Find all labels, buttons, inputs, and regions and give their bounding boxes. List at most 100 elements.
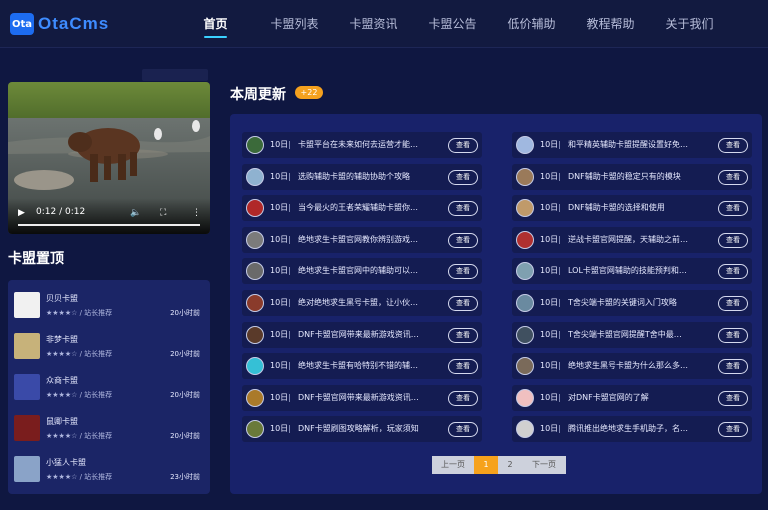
- news-title[interactable]: 绝地求生卡盟官网教你辨别游戏…: [298, 227, 444, 253]
- view-button[interactable]: 查看: [448, 422, 478, 438]
- view-button[interactable]: 查看: [448, 327, 478, 343]
- ranking-item-name: 贝贝卡盟: [46, 294, 78, 303]
- nav-item-about[interactable]: 关于我们: [650, 0, 729, 48]
- weekly-title: 本周更新: [230, 87, 286, 103]
- news-row[interactable]: 10日 | 绝地求生卡盟有哈特别不错的辅… 查看: [242, 353, 482, 380]
- play-icon[interactable]: ▶: [18, 208, 25, 218]
- ranking-item[interactable]: 非梦卡盟 ★★★★☆ / 站长推荐 20小时前: [14, 331, 204, 363]
- ranking-item[interactable]: 小猛人卡盟 ★★★★☆ / 站长推荐 23小时前: [14, 454, 204, 486]
- ranking-item[interactable]: 贝贝卡盟 ★★★★☆ / 站长推荐 20小时前: [14, 290, 204, 322]
- news-title[interactable]: DNF辅助卡盟的稳定只有的模块: [568, 164, 714, 190]
- view-button[interactable]: 查看: [718, 264, 748, 280]
- news-row[interactable]: 10日 | DNF辅助卡盟的选择和使用 查看: [512, 195, 752, 222]
- view-button[interactable]: 查看: [448, 232, 478, 248]
- news-row[interactable]: 10日 | 当今最火的王者荣耀辅助卡盟你… 查看: [242, 195, 482, 222]
- news-title[interactable]: 对DNF卡盟官网的了解: [568, 385, 714, 411]
- news-row[interactable]: 10日 | 对DNF卡盟官网的了解 查看: [512, 384, 752, 411]
- news-separator: |: [558, 266, 561, 276]
- news-separator: |: [558, 329, 561, 339]
- view-button[interactable]: 查看: [448, 390, 478, 406]
- news-row[interactable]: 10日 | T舍尖端卡盟的关键词入门攻略 查看: [512, 290, 752, 316]
- news-title[interactable]: 卡盟平台在未来如何去运营才能…: [298, 132, 444, 158]
- news-day: 10日: [270, 140, 289, 149]
- news-row[interactable]: 10日 | 选购辅助卡盟的辅助协助个攻略 查看: [242, 163, 482, 190]
- news-title[interactable]: DNF辅助卡盟的选择和使用: [568, 195, 714, 221]
- more-icon[interactable]: ⋮: [192, 208, 201, 218]
- news-title[interactable]: LOL卡盟官网辅助的技能预判和…: [568, 258, 714, 284]
- news-row[interactable]: 10日 | DNF卡盟官网带来最新游戏资讯… 查看: [242, 321, 482, 348]
- view-button[interactable]: 查看: [448, 296, 478, 311]
- ranking-item[interactable]: 鼠卿卡盟 ★★★★☆ / 站长推荐 20小时前: [14, 413, 204, 445]
- news-title[interactable]: DNF卡盟刷图攻略解析，玩家须知: [298, 416, 444, 442]
- news-title[interactable]: 绝地求生卡盟官网中的辅助可以…: [298, 258, 444, 284]
- news-title[interactable]: 绝地求生卡盟有哈特别不错的辅…: [298, 353, 444, 379]
- news-row[interactable]: 10日 | LOL卡盟官网辅助的技能预判和… 查看: [512, 258, 752, 285]
- news-separator: |: [558, 140, 561, 149]
- volume-icon[interactable]: 🔈: [130, 208, 141, 218]
- view-button[interactable]: 查看: [718, 422, 748, 438]
- view-button[interactable]: 查看: [448, 359, 478, 375]
- view-button[interactable]: 查看: [448, 169, 478, 185]
- nav-item-card-notice[interactable]: 卡盟公告: [413, 0, 492, 48]
- nav-item-home[interactable]: 首页: [176, 0, 255, 48]
- news-row[interactable]: 10日 | 腾讯推出绝地求生手机助子，名… 查看: [512, 416, 752, 443]
- view-button[interactable]: 查看: [718, 296, 748, 311]
- news-title[interactable]: 和平精英辅助卡盟提醒设置好免…: [568, 132, 714, 158]
- view-button[interactable]: 查看: [718, 327, 748, 343]
- prev-page-button[interactable]: 上一页: [432, 456, 474, 474]
- site-thumbnail: [14, 415, 40, 441]
- view-button[interactable]: 查看: [448, 138, 478, 153]
- news-row[interactable]: 10日 | T舍尖端卡盟官网提醒T舍中最… 查看: [512, 321, 752, 348]
- nav-item-cheap-assist[interactable]: 低价辅助: [492, 0, 571, 48]
- page-button[interactable]: 1: [474, 456, 498, 474]
- news-title[interactable]: DNF卡盟官网带来最新游戏资讯…: [298, 385, 444, 411]
- news-title[interactable]: 腾讯推出绝地求生手机助子，名…: [568, 416, 714, 442]
- news-title[interactable]: 选购辅助卡盟的辅助协助个攻略: [298, 164, 444, 190]
- fullscreen-icon[interactable]: ⛶: [160, 208, 166, 218]
- view-button[interactable]: 查看: [718, 359, 748, 375]
- view-button[interactable]: 查看: [718, 138, 748, 153]
- update-count-badge: +22: [295, 86, 323, 99]
- site-thumbnail: [14, 292, 40, 318]
- site-thumbnail: [14, 456, 40, 482]
- view-button[interactable]: 查看: [718, 201, 748, 217]
- view-button[interactable]: 查看: [718, 390, 748, 406]
- news-title[interactable]: DNF卡盟官网带来最新游戏资讯…: [298, 322, 444, 348]
- view-button[interactable]: 查看: [718, 232, 748, 248]
- next-page-button[interactable]: 下一页: [522, 456, 566, 474]
- news-separator: |: [558, 171, 561, 181]
- nav-item-tutorial[interactable]: 教程帮助: [571, 0, 650, 48]
- news-day: 10日: [540, 298, 559, 307]
- nav-item-card-news[interactable]: 卡盟资讯: [334, 0, 413, 48]
- ranking-item[interactable]: 众商卡盟 ★★★★☆ / 站长推荐 20小时前: [14, 372, 204, 404]
- ranking-item-rating: ★★★★☆ / 站长推荐: [46, 391, 113, 399]
- news-title[interactable]: 当今最火的王者荣耀辅助卡盟你…: [298, 195, 444, 221]
- news-row[interactable]: 10日 | DNF卡盟刷图攻略解析，玩家须知 查看: [242, 416, 482, 443]
- ranking-item-name: 小猛人卡盟: [46, 458, 86, 467]
- view-button[interactable]: 查看: [448, 264, 478, 280]
- news-title[interactable]: 绝地求生黑号卡盟为什么那么多…: [568, 353, 714, 379]
- news-row[interactable]: 10日 | DNF辅助卡盟的稳定只有的模块 查看: [512, 163, 752, 190]
- news-row[interactable]: 10日 | 绝地求生卡盟官网教你辨别游戏… 查看: [242, 226, 482, 253]
- news-row[interactable]: 10日 | 逆战卡盟官网提醒，天辅助之前… 查看: [512, 226, 752, 253]
- video-progress-bar[interactable]: [18, 224, 200, 226]
- news-title[interactable]: 逆战卡盟官网提醒，天辅助之前…: [568, 227, 714, 253]
- news-title[interactable]: T舍尖端卡盟的关键词入门攻略: [568, 290, 714, 316]
- view-button[interactable]: 查看: [448, 201, 478, 217]
- view-button[interactable]: 查看: [718, 169, 748, 185]
- news-day: 10日: [270, 203, 289, 213]
- news-row[interactable]: 10日 | 卡盟平台在未来如何去运营才能… 查看: [242, 132, 482, 158]
- news-row[interactable]: 10日 | 绝地求生黑号卡盟为什么那么多… 查看: [512, 353, 752, 380]
- news-row[interactable]: 10日 | 绝对绝地求生黑号卡盟，让小伙… 查看: [242, 290, 482, 316]
- page-button[interactable]: 2: [498, 456, 522, 474]
- ranking-item-time: 23小时前: [170, 473, 200, 481]
- news-row[interactable]: 10日 | 绝地求生卡盟官网中的辅助可以… 查看: [242, 258, 482, 285]
- news-row[interactable]: 10日 | DNF卡盟官网带来最新游戏资讯… 查看: [242, 384, 482, 411]
- news-title[interactable]: 绝对绝地求生黑号卡盟，让小伙…: [298, 290, 444, 316]
- news-row[interactable]: 10日 | 和平精英辅助卡盟提醒设置好免… 查看: [512, 132, 752, 158]
- site-logo[interactable]: Ota OtaCms: [10, 13, 109, 35]
- news-title[interactable]: T舍尖端卡盟官网提醒T舍中最…: [568, 322, 714, 348]
- video-player[interactable]: ▶ 0:12 / 0:12 🔈 ⛶ ⋮: [8, 82, 210, 234]
- news-day: 10日: [270, 329, 289, 339]
- nav-item-card-list[interactable]: 卡盟列表: [255, 0, 334, 48]
